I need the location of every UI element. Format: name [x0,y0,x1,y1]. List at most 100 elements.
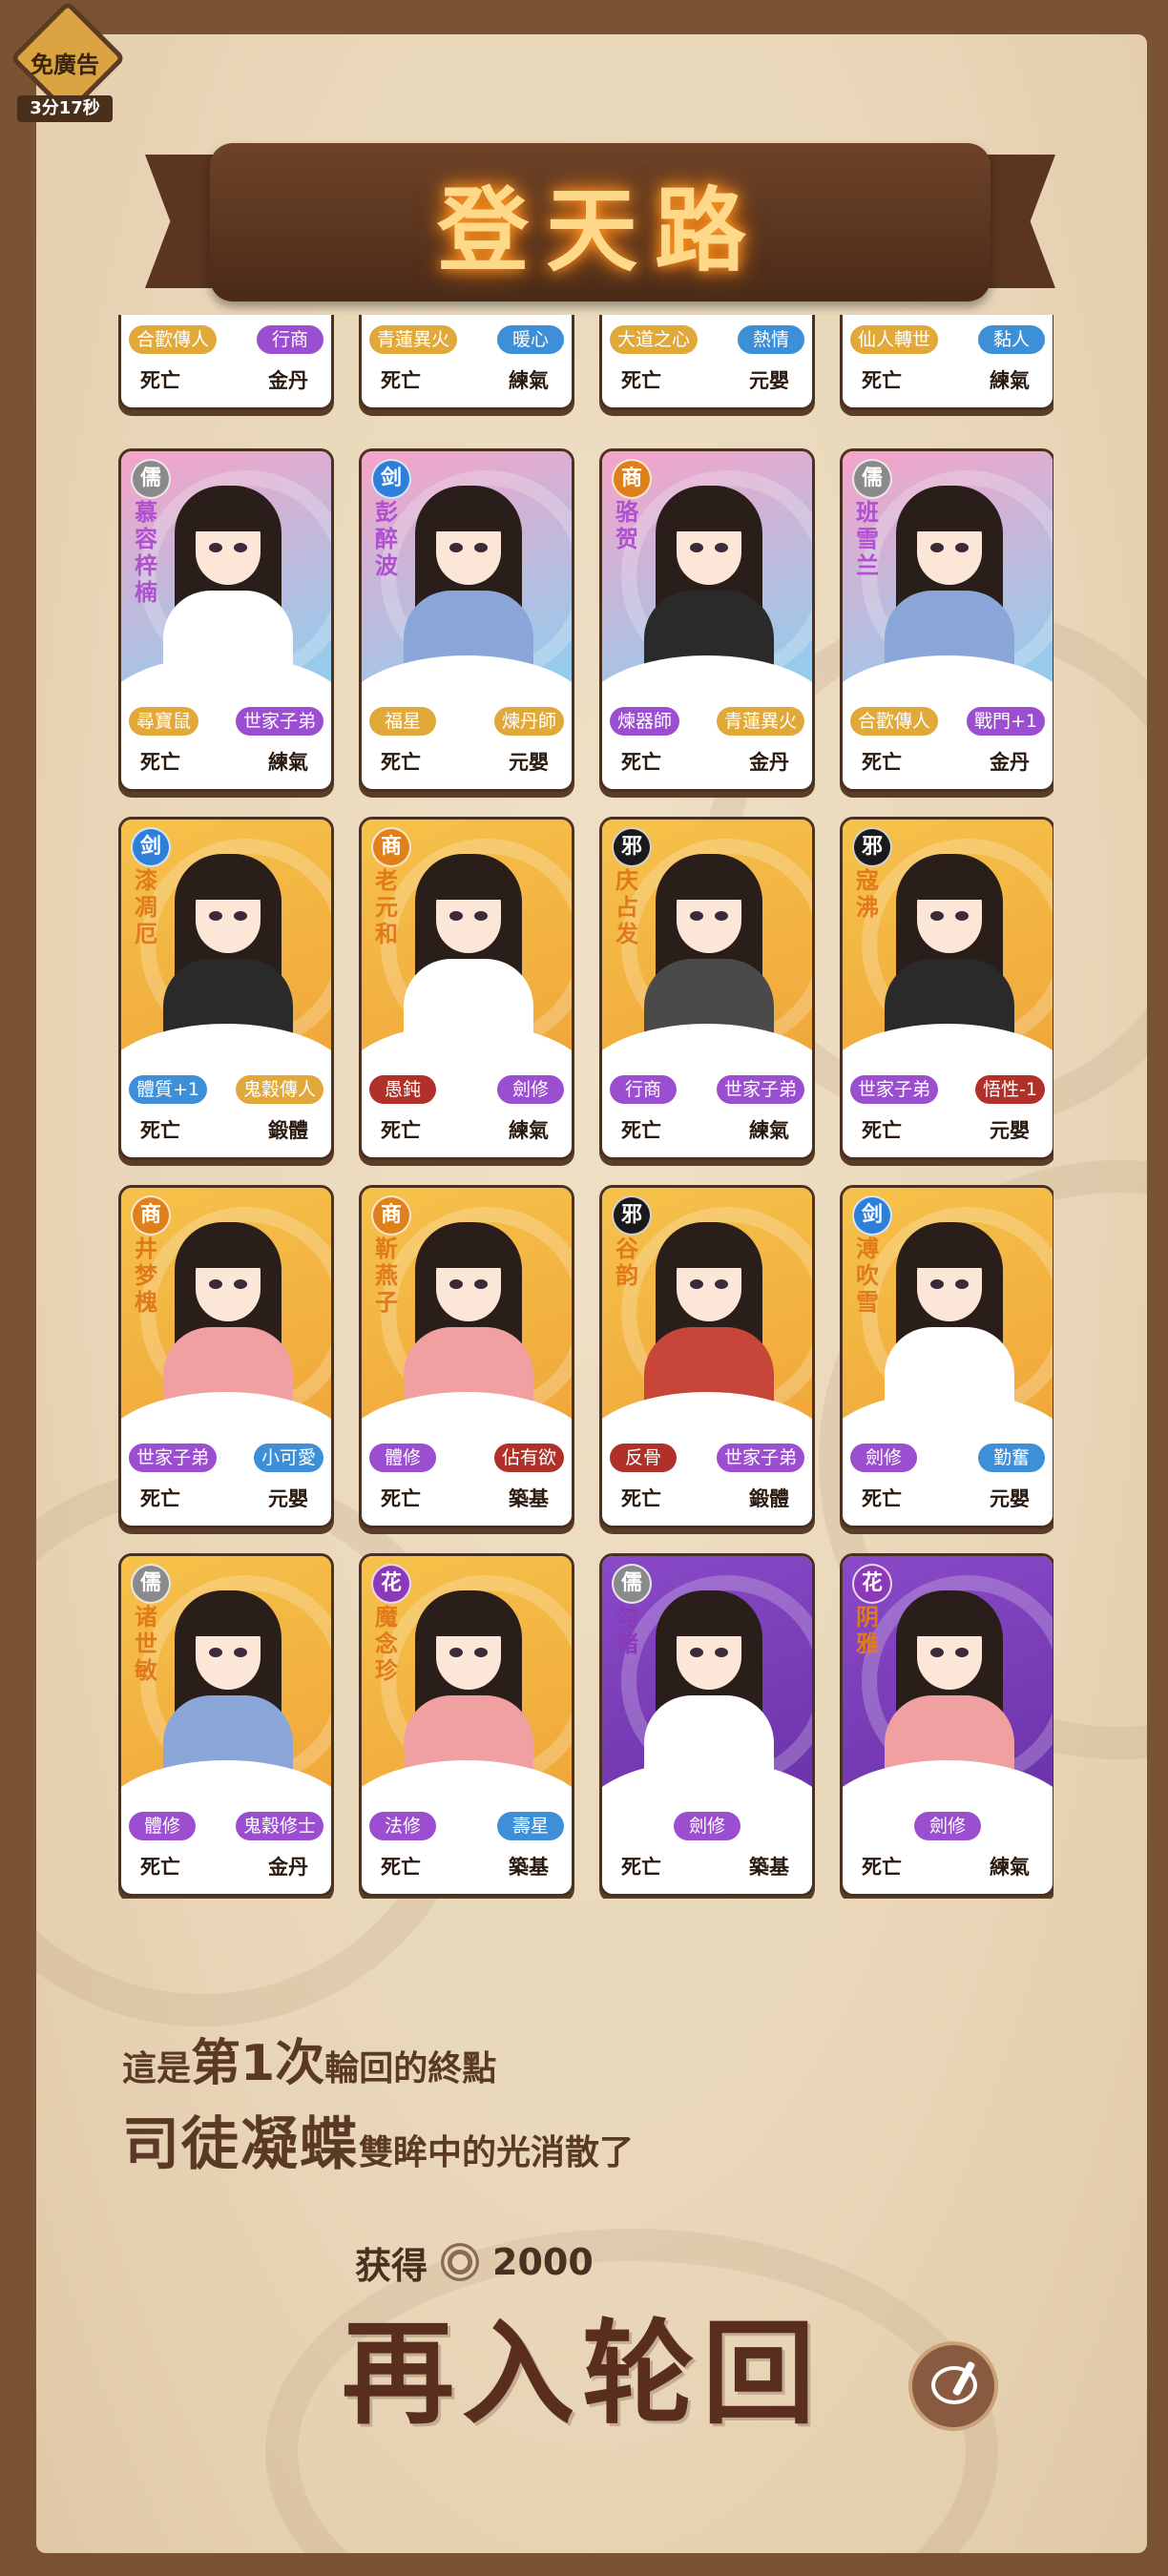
result-message: 這是第1次輪回的終點 司徒凝蝶雙眸中的光消散了 [122,2023,981,2181]
sect-badge: 邪 [852,827,892,867]
character-status: 死亡 [140,1856,180,1879]
eye [449,543,463,552]
trait-tag: 劍修 [850,1444,917,1472]
cultivation-realm: 鍛體 [749,1487,789,1510]
character-avatar [644,1581,774,1772]
eye [474,1648,488,1657]
character-card[interactable]: 商骆贺 煉器師 青蓮異火 死亡 金丹 [599,448,815,792]
sect-badge: 剑 [371,459,411,499]
result-cycle-count: 第1次 [191,2035,325,2092]
character-name: 彭醉波 [375,499,398,579]
eye [690,543,703,552]
cultivation-realm: 鍛體 [268,1119,308,1142]
result-line-2: 司徒凝蝶雙眸中的光消散了 [122,2098,981,2181]
eye [234,911,247,921]
eye [234,1648,247,1657]
cultivation-realm: 築基 [749,1856,789,1879]
trait-tag: 行商 [610,1075,677,1104]
remove-ads-button[interactable]: 免廣告 3分17秒 [10,0,126,122]
character-card-grid[interactable]: 合歡傳人 行商 死亡 金丹 青蓮異火 暖心 死亡 練氣 大道之心 熱情 死亡 元嬰 仙人轉世 黏人 死亡 練氣… [118,315,1053,1899]
character-avatar [885,476,1014,667]
character-card[interactable]: 儒班雪兰 合歡傳人 戰門+1 死亡 金丹 [840,448,1053,792]
cultivation-realm: 金丹 [749,751,789,774]
trait-tag: 合歡傳人 [129,325,218,354]
trait-tag: 世家子弟 [716,1075,804,1104]
character-card[interactable]: 花阴雅 劍修 死亡 練氣 [840,1553,1053,1897]
character-status: 死亡 [381,1119,421,1142]
trait-tag: 尋寶鼠 [129,707,199,736]
character-status: 死亡 [862,369,902,392]
trait-tag: 體修 [129,1812,196,1840]
trait-tag: 勤奮 [978,1444,1045,1472]
trait-tag: 黏人 [978,325,1045,354]
character-card[interactable]: 仙人轉世 黏人 死亡 練氣 [840,315,1053,410]
eye [715,911,728,921]
character-name: 班雪兰 [856,499,879,579]
character-card[interactable]: 商靳燕子 體修 佔有欲 死亡 築基 [359,1185,574,1528]
eye [715,1279,728,1289]
cultivation-realm: 元嬰 [268,1487,308,1510]
character-name: 阴雅 [856,1604,879,1657]
share-button[interactable] [908,2341,998,2431]
sect-badge: 剑 [852,1195,892,1236]
sect-badge: 儒 [612,1564,652,1604]
character-card[interactable]: 邪寇沸 世家子弟 悟性-1 死亡 元嬰 [840,817,1053,1160]
sect-badge: 商 [612,459,652,499]
character-name: 庆占发 [615,867,638,947]
sect-badge: 商 [131,1195,171,1236]
sect-badge: 花 [371,1564,411,1604]
spiral-coin-icon [441,2243,480,2281]
eye [209,543,222,552]
eye [474,911,488,921]
eye [690,1648,703,1657]
character-card[interactable]: 儒慕容梓楠 尋寶鼠 世家子弟 死亡 練氣 [118,448,334,792]
reward-row: 获得 2000 [355,2238,594,2287]
character-avatar [885,1581,1014,1772]
character-card[interactable]: 剑彭醉波 福星 煉丹師 死亡 元嬰 [359,448,574,792]
character-name: 诸世敏 [135,1604,157,1684]
result-line-1: 這是第1次輪回的終點 [122,2023,981,2094]
trait-tag: 世家子弟 [716,1444,804,1472]
character-card[interactable]: 大道之心 熱情死亡 元嬰 [599,315,815,410]
trait-tag: 熱情 [738,325,804,354]
cultivation-realm: 元嬰 [749,369,789,392]
character-status: 死亡 [381,751,421,774]
character-card[interactable]: 青蓮異火 暖心 死亡 練氣 [359,315,574,410]
trait-tag: 行商 [257,325,323,354]
character-card[interactable]: 合歡傳人 行商 死亡 金丹 [118,315,334,410]
page-title: 登天路 [437,176,763,284]
character-card[interactable]: 儒诸世敏 體修 鬼穀修士 死亡 金丹 [118,1553,334,1897]
character-name: 老元和 [375,867,398,947]
eye [474,1279,488,1289]
trait-tag: 劍修 [674,1812,740,1840]
character-card[interactable]: 商老元和 愚鈍 劍修 死亡 練氣 [359,817,574,1160]
sect-badge: 儒 [131,1564,171,1604]
character-card[interactable]: 商井梦槐 世家子弟 小可愛 死亡 元嬰 [118,1185,334,1528]
character-card[interactable]: 邪谷韵 反骨 世家子弟 死亡 鍛體 [599,1185,815,1528]
character-card[interactable]: 剑溥吹雪 劍修 勤奮 死亡 元嬰 [840,1185,1053,1528]
character-name: 靳燕子 [375,1236,398,1316]
cultivation-realm: 元嬰 [990,1119,1030,1142]
character-status: 死亡 [862,1119,902,1142]
character-avatar [404,476,533,667]
eye [930,1648,944,1657]
reincarnate-button[interactable]: 再入轮回 [334,2307,830,2441]
trait-tag: 鬼穀修士 [235,1812,323,1840]
eye [955,911,969,921]
character-status: 死亡 [381,369,421,392]
character-card[interactable]: 剑漆凋厄 體質+1 鬼穀傳人 死亡 鍛體 [118,817,334,1160]
character-card[interactable]: 花魔念珍 法修 壽星 死亡 築基 [359,1553,574,1897]
character-status: 死亡 [621,369,661,392]
ad-timer: 3分17秒 [17,95,113,122]
remove-ads-label: 免廣告 [31,52,99,78]
eye [930,1279,944,1289]
character-avatar [163,844,293,1035]
character-card[interactable]: 邪庆占发 行商 世家子弟 死亡 練氣 [599,817,815,1160]
character-name: 寇沸 [856,867,879,921]
eye [449,1279,463,1289]
trait-tag: 愚鈍 [369,1075,436,1104]
sect-badge: 商 [371,827,411,867]
character-card[interactable]: 儒勾褚 劍修 死亡 築基 [599,1553,815,1897]
trait-tag: 大道之心 [610,325,699,354]
character-name: 溥吹雪 [856,1236,879,1316]
